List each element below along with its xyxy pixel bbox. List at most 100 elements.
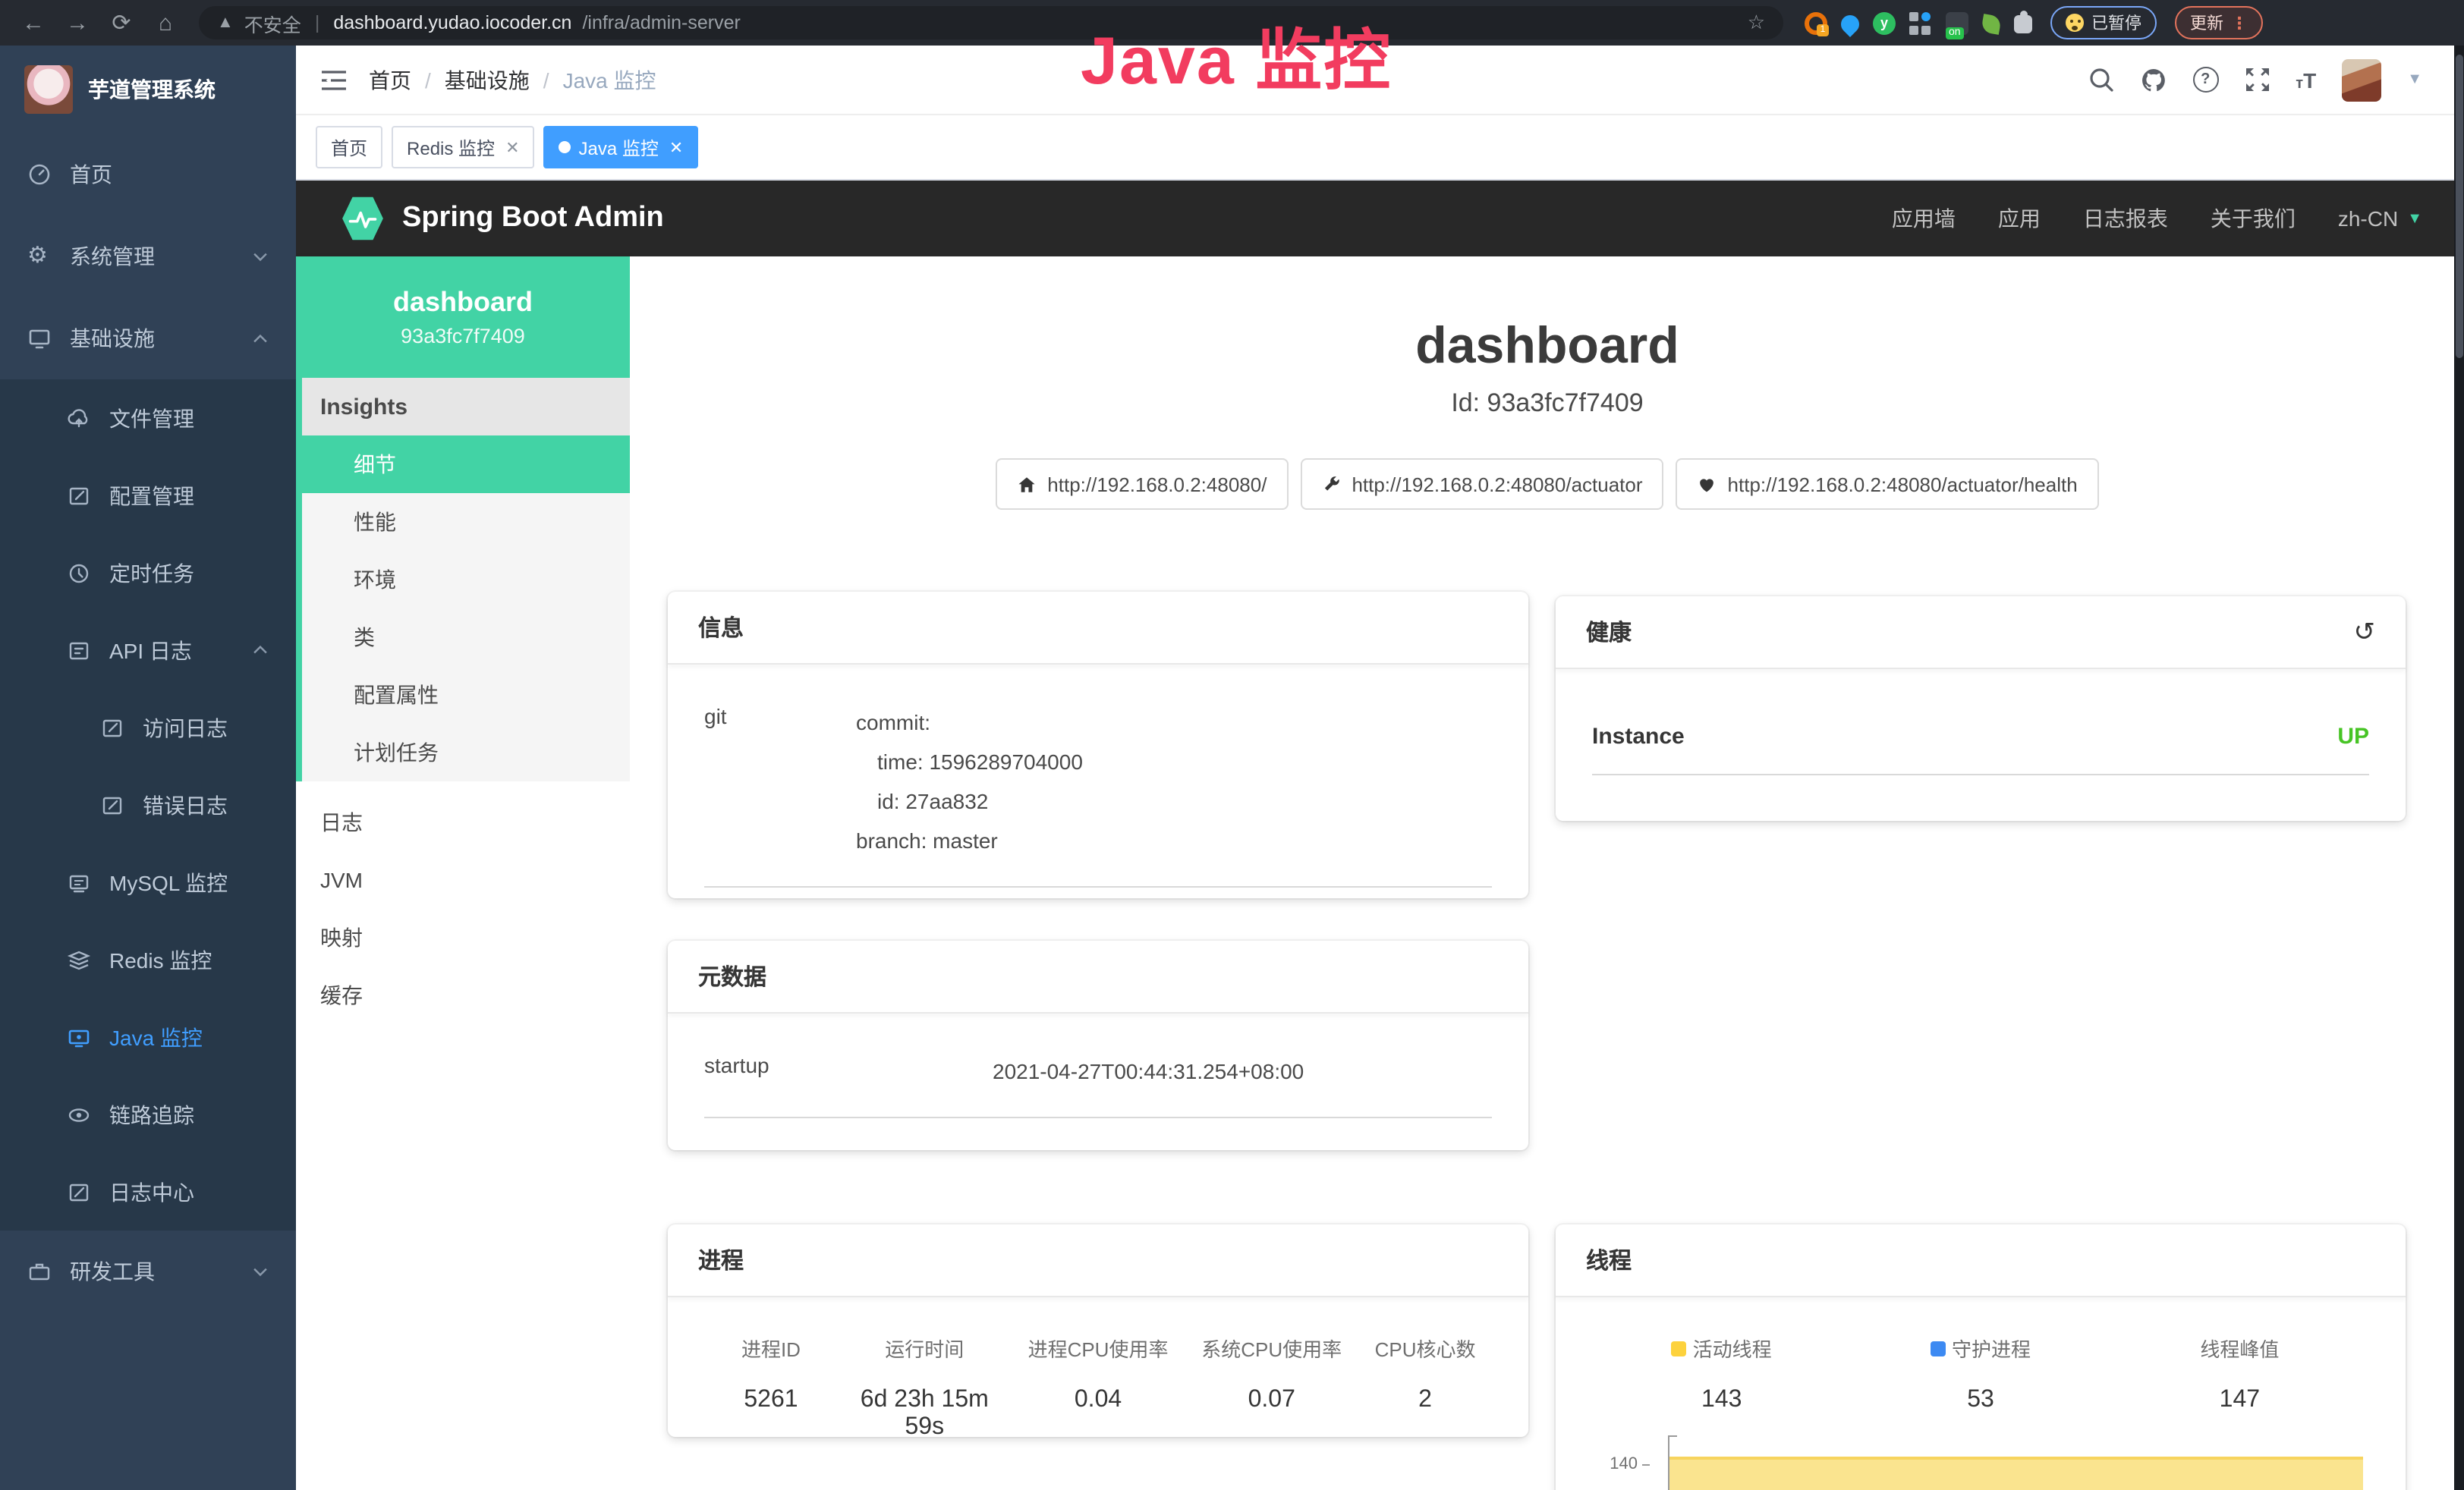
help-icon[interactable]: ? bbox=[2192, 67, 2218, 93]
browser-menu-kebab-icon[interactable]: ⋮ bbox=[2231, 13, 2248, 33]
sidebar-item-label: 文件管理 bbox=[109, 403, 194, 433]
edit-icon bbox=[67, 483, 91, 508]
breadcrumb: 首页 / 基础设施 / Java 监控 bbox=[369, 64, 656, 95]
reload-icon[interactable]: ⟳ bbox=[109, 9, 134, 36]
database-monitor-icon bbox=[67, 870, 91, 894]
sidebar-item-redis[interactable]: Redis 监控 bbox=[0, 921, 296, 998]
font-size-icon[interactable]: тT bbox=[2296, 68, 2316, 92]
info-git-row: git commit: time: 1596289704000 id: 27aa… bbox=[704, 689, 1492, 887]
sidebar-item-access-log[interactable]: 访问日志 bbox=[0, 689, 296, 766]
management-url-button[interactable]: http://192.168.0.2:48080/actuator bbox=[1300, 458, 1663, 510]
threads-card: 线程 活动线程 143 守护进程 53 bbox=[1556, 1224, 2406, 1490]
process-header: CPU核心数 bbox=[1358, 1334, 1492, 1363]
paused-label: 已暂停 bbox=[2091, 11, 2141, 35]
sba-brand-title[interactable]: Spring Boot Admin bbox=[402, 202, 664, 235]
switch-extension-icon[interactable]: on bbox=[1946, 11, 1968, 34]
sidebar-fold-icon[interactable] bbox=[320, 68, 348, 92]
url-host: dashboard.yudao.iocoder.cn bbox=[333, 12, 571, 33]
extension-icon[interactable]: 1 bbox=[1805, 11, 1827, 34]
user-avatar[interactable] bbox=[2342, 58, 2381, 101]
chevron-up-icon bbox=[252, 645, 269, 655]
profile-paused-chip[interactable]: 已暂停 bbox=[2050, 6, 2157, 39]
home-icon[interactable]: ⌂ bbox=[153, 10, 178, 36]
sba-nav-applications[interactable]: 应用 bbox=[1998, 203, 2041, 234]
tag-redis-monitor[interactable]: Redis 监控 ✕ bbox=[392, 126, 534, 168]
sba-language-select[interactable]: zh-CN ▼ bbox=[2338, 206, 2422, 231]
layers-icon bbox=[67, 948, 91, 972]
sidebar-item-config[interactable]: 配置管理 bbox=[0, 457, 296, 534]
sba-menu-environment[interactable]: 环境 bbox=[302, 551, 630, 608]
browser-scrollbar[interactable] bbox=[2454, 46, 2464, 1490]
management-url: http://192.168.0.2:48080/actuator bbox=[1352, 473, 1642, 495]
cpu-cores: 2 bbox=[1358, 1387, 1492, 1414]
sba-sidebar: dashboard 93a3fc7f7409 Insights 细节 性能 环境… bbox=[296, 256, 630, 1490]
tag-home[interactable]: 首页 bbox=[316, 126, 382, 168]
sidebar-item-system[interactable]: ⚙ 系统管理 bbox=[0, 215, 296, 297]
bookmark-star-icon[interactable]: ☆ bbox=[1748, 11, 1765, 35]
forward-icon[interactable]: → bbox=[65, 10, 90, 36]
process-uptime: 6d 23h 15m 59s bbox=[838, 1387, 1012, 1441]
sba-menu-logs[interactable]: 日志 bbox=[296, 794, 630, 851]
search-icon[interactable] bbox=[2088, 67, 2113, 93]
live-threads-legend-swatch bbox=[1672, 1341, 1687, 1356]
pin-extension-icon[interactable] bbox=[1837, 11, 1863, 37]
health-instance-row[interactable]: Instance UP bbox=[1592, 709, 2369, 775]
leaf-extension-icon[interactable] bbox=[1981, 14, 2002, 35]
scrollbar-thumb[interactable] bbox=[2456, 55, 2463, 358]
sba-nav-about[interactable]: 关于我们 bbox=[2211, 203, 2296, 234]
sba-menu-config-props[interactable]: 配置属性 bbox=[302, 666, 630, 724]
sidebar-item-infra[interactable]: 基础设施 bbox=[0, 297, 296, 379]
sba-menu-mappings[interactable]: 映射 bbox=[296, 909, 630, 967]
sidebar-item-tracing[interactable]: 链路追踪 bbox=[0, 1076, 296, 1153]
user-menu-caret-icon[interactable]: ▼ bbox=[2407, 71, 2422, 88]
sba-nav-journal[interactable]: 日志报表 bbox=[2083, 203, 2168, 234]
sidebar-item-java-monitor[interactable]: Java 监控 bbox=[0, 998, 296, 1076]
sba-menu-scheduled-tasks[interactable]: 计划任务 bbox=[302, 724, 630, 781]
sidebar-item-mysql[interactable]: MySQL 监控 bbox=[0, 844, 296, 921]
process-header: 运行时间 bbox=[838, 1334, 1012, 1363]
sba-menu-details[interactable]: 细节 bbox=[302, 435, 630, 493]
breadcrumb-home[interactable]: 首页 bbox=[369, 64, 411, 95]
metadata-value: 2021-04-27T00:44:31.254+08:00 bbox=[993, 1053, 1304, 1092]
sidebar-item-cron[interactable]: 定时任务 bbox=[0, 534, 296, 611]
admin-sidebar: 芋道管理系统 首页 ⚙ 系统管理 基础设施 bbox=[0, 46, 296, 1490]
sba-menu-caches[interactable]: 缓存 bbox=[296, 967, 630, 1024]
chrome-update-button[interactable]: 更新 ⋮ bbox=[2175, 6, 2263, 39]
process-cpu: 0.04 bbox=[1012, 1387, 1185, 1414]
process-card-title: 进程 bbox=[698, 1244, 744, 1276]
address-bar[interactable]: ▲ 不安全 | dashboard.yudao.iocoder.cn/infra… bbox=[199, 6, 1783, 39]
fullscreen-icon[interactable] bbox=[2244, 67, 2270, 93]
app-logo-row[interactable]: 芋道管理系统 bbox=[0, 46, 296, 134]
back-icon[interactable]: ← bbox=[21, 10, 46, 36]
extension-y-icon[interactable]: y bbox=[1873, 11, 1896, 34]
tag-label: Redis 监控 bbox=[407, 134, 495, 160]
breadcrumb-infra[interactable]: 基础设施 bbox=[445, 64, 530, 95]
sidebar-item-api-log[interactable]: API 日志 bbox=[0, 611, 296, 689]
process-pid: 5261 bbox=[704, 1387, 838, 1414]
service-url-button[interactable]: http://192.168.0.2:48080/ bbox=[996, 458, 1288, 510]
sidebar-item-dev-tools[interactable]: 研发工具 bbox=[0, 1231, 296, 1312]
close-icon[interactable]: ✕ bbox=[505, 137, 519, 157]
extensions-puzzle-icon[interactable] bbox=[2014, 15, 2032, 33]
process-table: 进程ID5261 运行时间6d 23h 15m 59s 进程CPU使用率0.04… bbox=[704, 1334, 1492, 1441]
sba-menu-metrics[interactable]: 性能 bbox=[302, 493, 630, 551]
close-icon[interactable]: ✕ bbox=[669, 137, 683, 157]
process-header: 系统CPU使用率 bbox=[1185, 1334, 1358, 1363]
health-url-button[interactable]: http://192.168.0.2:48080/actuator/health bbox=[1676, 458, 2099, 510]
sidebar-item-home[interactable]: 首页 bbox=[0, 134, 296, 215]
history-icon[interactable]: ↺ bbox=[2354, 617, 2376, 647]
sba-menu-jvm[interactable]: JVM bbox=[296, 851, 630, 909]
java-monitor-icon bbox=[67, 1025, 91, 1049]
sba-menu-classes[interactable]: 类 bbox=[302, 608, 630, 666]
tab-manager-extension-icon[interactable] bbox=[1909, 11, 1932, 35]
github-icon[interactable] bbox=[2139, 66, 2167, 93]
sidebar-item-files[interactable]: 文件管理 bbox=[0, 379, 296, 457]
sba-language-value: zh-CN bbox=[2338, 206, 2398, 231]
sidebar-item-error-log[interactable]: 错误日志 bbox=[0, 766, 296, 844]
tag-java-monitor[interactable]: Java 监控 ✕ bbox=[544, 126, 699, 168]
sidebar-item-log-center[interactable]: 日志中心 bbox=[0, 1153, 296, 1231]
sidebar-item-label: 基础设施 bbox=[70, 323, 155, 354]
sba-nav-wallboard[interactable]: 应用墙 bbox=[1892, 203, 1956, 234]
info-card-title: 信息 bbox=[698, 611, 744, 643]
dashboard-icon bbox=[27, 162, 52, 187]
